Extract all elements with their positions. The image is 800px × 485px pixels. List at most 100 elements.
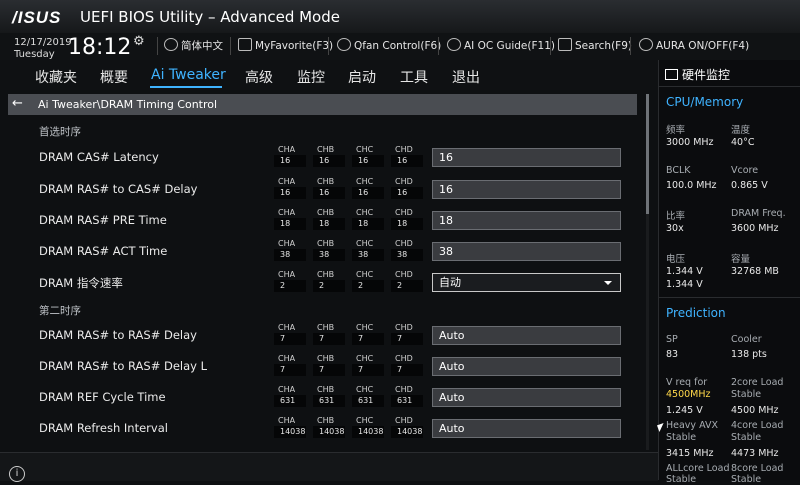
ai-oc-guide-button[interactable]: AI OC Guide(F11): [447, 38, 555, 52]
tab-favorites[interactable]: 收藏夹: [35, 67, 77, 87]
channel-value: 16: [391, 155, 423, 167]
aura-button[interactable]: AURA ON/OFF(F4): [639, 38, 749, 52]
channel-name: CHA: [278, 323, 296, 332]
favorite-list-icon: [238, 38, 252, 51]
field-value: Auto: [439, 329, 465, 342]
channel-value: 18: [313, 218, 345, 230]
channel-readout: CHD 16: [391, 177, 423, 199]
channel-value: 16: [352, 155, 384, 167]
hardware-monitor-title: 硬件监控: [665, 66, 730, 83]
timing-label: DRAM RAS# ACT Time: [39, 244, 168, 258]
toolbar-divider: [328, 37, 329, 55]
channel-readout: CHA 7: [274, 323, 306, 345]
field-value: Auto: [439, 360, 465, 373]
channel-name: CHA: [278, 177, 296, 186]
freq-value: 3000 MHz: [666, 137, 714, 148]
channel-readout: CHD 14038: [391, 416, 423, 438]
heavy-avx-label: Heavy AVX: [666, 420, 718, 431]
timing-label: DRAM RAS# to CAS# Delay: [39, 182, 198, 196]
tab-ai-tweaker[interactable]: Ai Tweaker: [151, 67, 226, 83]
channel-readout: CHC 18: [352, 208, 384, 230]
scrollbar-thumb[interactable]: [646, 94, 649, 214]
channel-readout: CHC 2: [352, 270, 384, 292]
vreq-frequency: 4500MHz: [666, 389, 711, 400]
channel-value: 16: [313, 187, 345, 199]
tab-exit[interactable]: 退出: [452, 67, 480, 87]
language-label: 简体中文: [181, 40, 223, 52]
channel-value: 14038: [274, 426, 306, 438]
channel-name: CHB: [317, 323, 335, 332]
dram-freq-label: DRAM Freq.: [731, 208, 786, 219]
channel-name: CHC: [356, 270, 374, 279]
channel-value: 631: [352, 395, 384, 407]
channel-readout: CHC 38: [352, 239, 384, 261]
timing-input[interactable]: 16: [432, 180, 621, 199]
timing-label: DRAM RAS# to RAS# Delay L: [39, 359, 208, 373]
gear-icon[interactable]: ⚙: [133, 34, 145, 49]
channel-readout: CHB 7: [313, 354, 345, 376]
timing-select[interactable]: 自动: [432, 273, 621, 292]
channel-value: 14038: [313, 426, 345, 438]
asus-logo: /ISUS: [12, 8, 62, 27]
search-button[interactable]: Search(F9): [558, 38, 632, 52]
myfavorite-button[interactable]: MyFavorite(F3): [238, 38, 333, 52]
language-button[interactable]: 简体中文: [164, 38, 223, 53]
channel-readout: CHD 631: [391, 385, 423, 407]
channel-value: 38: [352, 249, 384, 261]
tab-advanced[interactable]: 高级: [245, 67, 273, 87]
cooler-label: Cooler: [731, 334, 762, 345]
channel-name: CHC: [356, 354, 374, 363]
channel-value: 7: [391, 333, 423, 345]
globe-icon: [164, 38, 178, 51]
channel-value: 18: [274, 218, 306, 230]
tab-overview[interactable]: 概要: [100, 67, 128, 87]
channel-value: 7: [274, 364, 306, 376]
timing-input[interactable]: 16: [432, 148, 621, 167]
date-display: 12/17/2019 Tuesday: [14, 37, 72, 61]
channel-name: CHD: [395, 416, 413, 425]
channel-name: CHB: [317, 208, 335, 217]
channel-value: 38: [391, 249, 423, 261]
tab-monitor[interactable]: 监控: [297, 67, 325, 87]
timing-input[interactable]: 18: [432, 211, 621, 230]
toolbar-divider: [230, 37, 231, 55]
ai-oc-guide-label: AI OC Guide(F11): [464, 40, 555, 52]
channel-readout: CHC 16: [352, 145, 384, 167]
channel-readout: CHA 2: [274, 270, 306, 292]
cooler-value: 138 pts: [731, 349, 767, 360]
bclk-label: BCLK: [666, 165, 691, 176]
section-primary-timings: 首选时序: [39, 126, 81, 138]
toolbar-divider: [630, 37, 631, 55]
bulb-icon: [447, 38, 461, 51]
channel-value: 7: [391, 364, 423, 376]
channel-name: CHA: [278, 239, 296, 248]
main-menu-bar: [0, 60, 658, 90]
timing-label: DRAM Refresh Interval: [39, 421, 168, 435]
vcore-value: 0.865 V: [731, 180, 768, 191]
channel-name: CHA: [278, 416, 296, 425]
channel-value: 631: [391, 395, 423, 407]
back-arrow-icon[interactable]: ←: [12, 96, 23, 111]
channel-value: 7: [352, 333, 384, 345]
channel-readout: CHB 38: [313, 239, 345, 261]
timing-label: DRAM RAS# PRE Time: [39, 213, 167, 227]
channel-value: 14038: [391, 426, 423, 438]
channel-readout: CHC 14038: [352, 416, 384, 438]
timing-input[interactable]: Auto: [432, 357, 621, 376]
aura-label: AURA ON/OFF(F4): [656, 40, 750, 52]
tab-tool[interactable]: 工具: [400, 67, 428, 87]
channel-readout: CHC 631: [352, 385, 384, 407]
timing-input[interactable]: Auto: [432, 419, 621, 438]
timing-input[interactable]: 38: [432, 242, 621, 261]
tab-boot[interactable]: 启动: [348, 67, 376, 87]
vreq-label: V req for: [666, 377, 708, 388]
channel-value: 16: [274, 187, 306, 199]
channel-value: 7: [313, 364, 345, 376]
timing-input[interactable]: Auto: [432, 388, 621, 407]
channel-name: CHA: [278, 145, 296, 154]
qfan-button[interactable]: Qfan Control(F6): [337, 38, 441, 52]
freq-label: 频率: [666, 125, 686, 136]
channel-name: CHD: [395, 323, 413, 332]
timing-input[interactable]: Auto: [432, 326, 621, 345]
channel-name: CHB: [317, 239, 335, 248]
